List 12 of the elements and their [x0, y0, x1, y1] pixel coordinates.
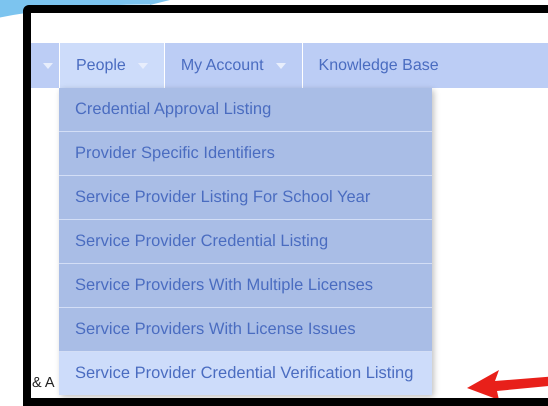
menu-item[interactable]: Credential Approval Listing [59, 88, 432, 131]
menu-item[interactable]: Provider Specific Identifiers [59, 132, 432, 175]
menu-item[interactable]: Service Providers With License Issues [59, 308, 432, 351]
nav-tab[interactable]: My Account [164, 43, 302, 88]
nav-tab[interactable]: Knowledge Base [302, 43, 548, 88]
nav-tab[interactable] [31, 43, 59, 88]
nav-tab[interactable]: People [60, 43, 164, 88]
menu-item[interactable]: Service Provider Listing For School Year [59, 176, 432, 219]
menu-item[interactable]: Service Providers With Multiple Licenses [59, 264, 432, 307]
page-text: & A [32, 374, 55, 393]
menu-item[interactable]: Service Provider Credential Verification Listing [59, 352, 432, 395]
menu-item[interactable]: Service Provider Credential Listing [59, 220, 432, 263]
